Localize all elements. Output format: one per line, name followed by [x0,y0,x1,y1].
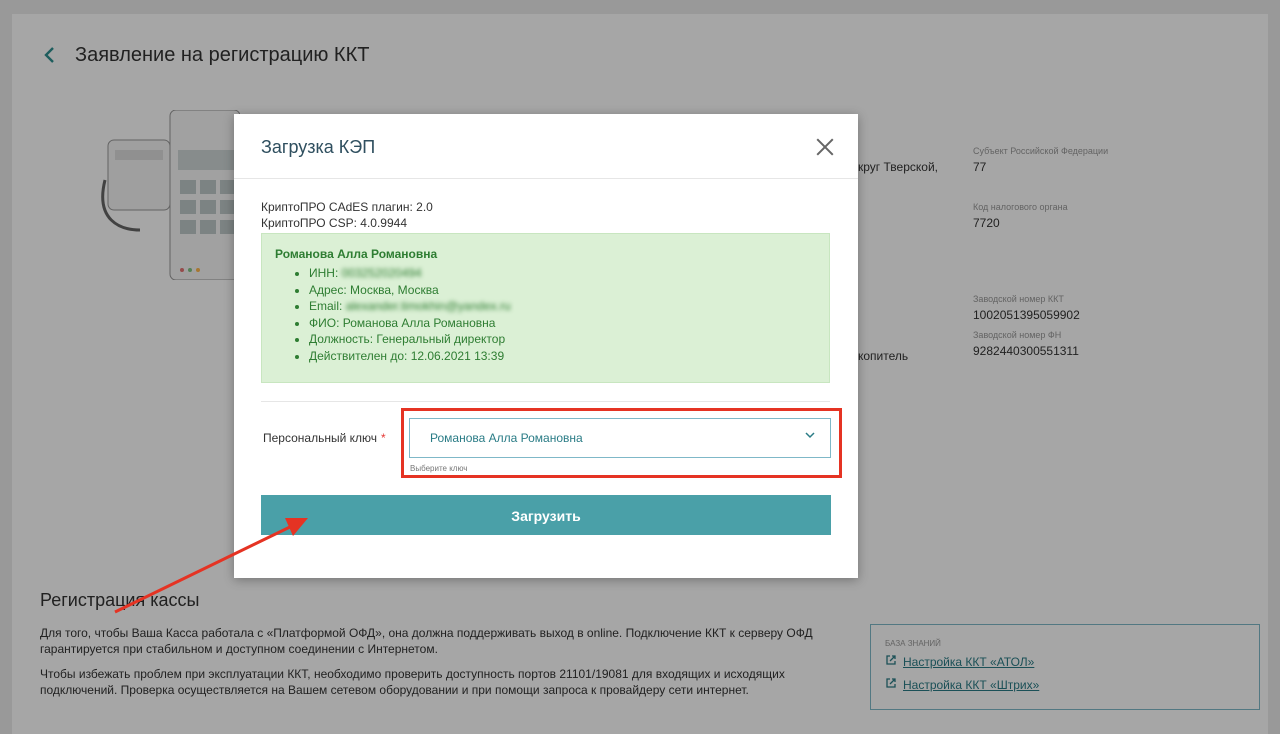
redacted-value: alexander.timokhin@yandex.ru [345,299,511,314]
modal-title: Загрузка КЭП [261,137,376,157]
personal-key-hint: Выберите ключ [410,464,468,473]
certificate-inn: ИНН: 003252020494 [309,265,511,282]
certificate-email-text: Email: alexander.timokhin@yandex.ru [309,299,511,314]
divider [234,178,858,179]
redacted-value: 003252020494 [341,266,422,280]
close-icon[interactable] [814,136,836,158]
plugin-version: КриптоПРО CAdES плагин: 2.0 [261,200,433,214]
upload-button[interactable]: Загрузить [261,495,831,535]
csp-version: КриптоПРО CSP: 4.0.9944 [261,216,407,230]
required-mark: * [381,431,386,445]
certificate-info-box: Романова Алла Романовна ИНН: 00325202049… [261,233,830,383]
certificate-owner-name: Романова Алла Романовна [275,247,438,261]
certificate-fio: ФИО: Романова Алла Романовна [309,315,511,332]
kep-upload-modal: Загрузка КЭП КриптоПРО CAdES плагин: 2.0… [234,114,858,578]
personal-key-select[interactable]: Романова Алла Романовна [409,418,831,458]
divider [261,401,830,402]
chevron-down-icon [804,429,816,444]
certificate-inn-text: ИНН: 003252020494 [309,266,422,280]
certificate-valid-until: Действителен до: 12.06.2021 13:39 [309,348,511,365]
certificate-details-list: ИНН: 003252020494 Адрес: Москва, Москва … [295,265,511,365]
personal-key-selected-value: Романова Алла Романовна [430,431,583,445]
personal-key-label: Персональный ключ * [263,431,386,445]
certificate-address: Адрес: Москва, Москва [309,282,511,299]
certificate-email: Email: alexander.timokhin@yandex.ru [309,298,511,315]
certificate-position: Должность: Генеральный директор [309,331,511,348]
personal-key-label-text: Персональный ключ [263,431,377,445]
